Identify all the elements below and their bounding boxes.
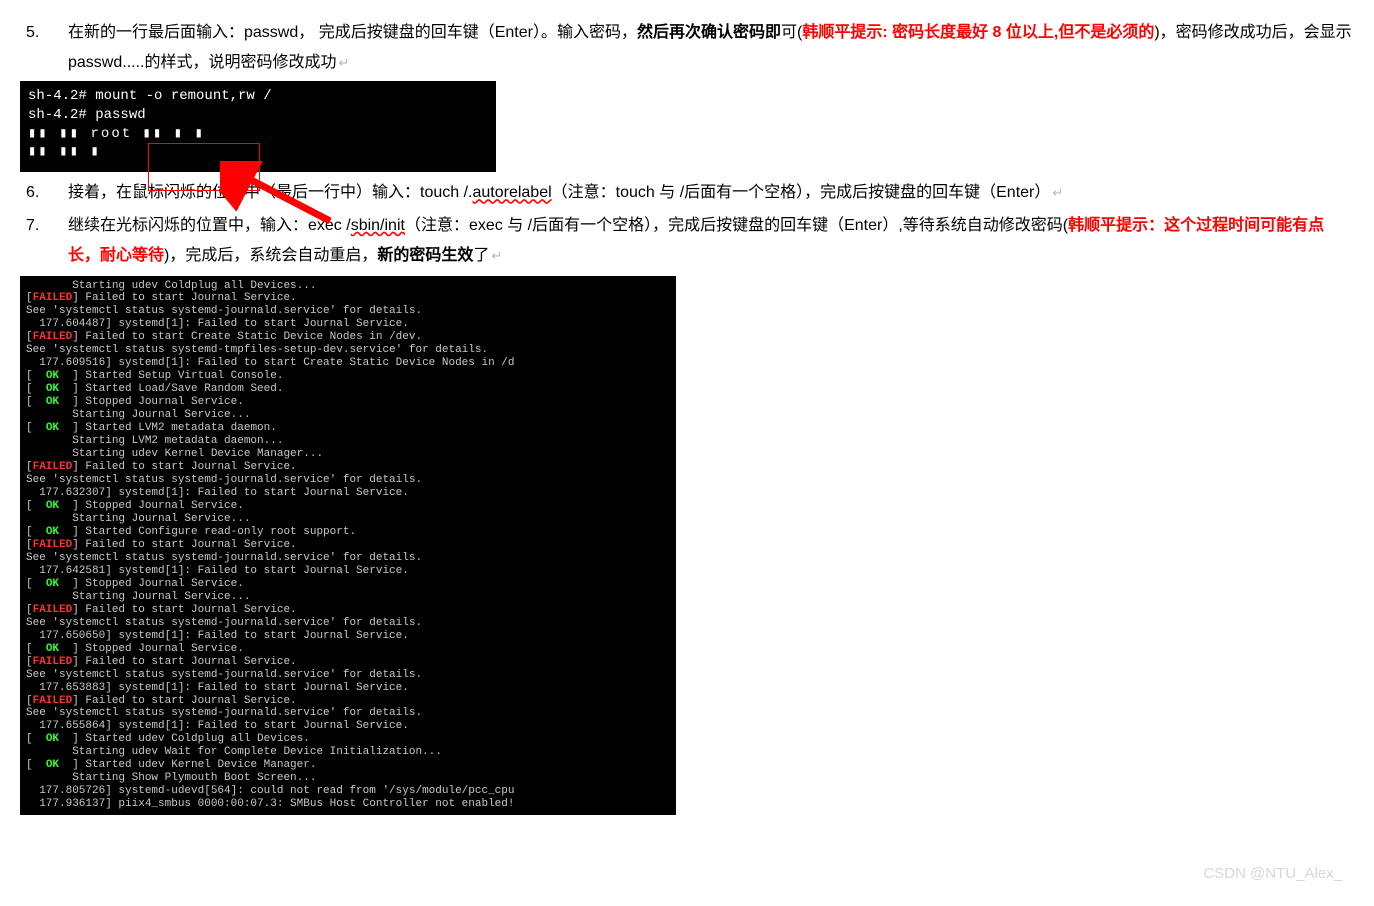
step-number: 5. xyxy=(20,18,68,48)
step-number: 6. xyxy=(20,178,68,208)
terminal-screenshot-1: sh-4.2# mount -o remount,rw / sh-4.2# pa… xyxy=(20,81,496,173)
term1-line: sh-4.2# passwd xyxy=(28,106,488,125)
step-7: 7. 继续在光标闪烁的位置中，输入：exec /sbin/init（注意：exe… xyxy=(20,211,1354,272)
term1-line: ▮▮ ▮▮ root ▮▮ ▮ ▮ xyxy=(28,125,488,144)
watermark: CSDN @NTU_Alex_ xyxy=(1203,860,1342,889)
step-5: 5. 在新的一行最后面输入：passwd， 完成后按键盘的回车键（Enter）。… xyxy=(20,18,1354,79)
step-body: 继续在光标闪烁的位置中，输入：exec /sbin/init（注意：exec 与… xyxy=(68,211,1354,272)
terminal-screenshot-2: Starting udev Coldplug all Devices... [F… xyxy=(20,276,676,816)
return-icon: ↵ xyxy=(491,248,502,263)
instruction-list-cont: 6. 接着，在鼠标闪烁的位置中（最后一行中）输入：touch /.autorel… xyxy=(20,178,1354,271)
step-body: 接着，在鼠标闪烁的位置中（最后一行中）输入：touch /.autorelabe… xyxy=(68,178,1354,208)
return-icon: ↵ xyxy=(338,55,349,70)
step-number: 7. xyxy=(20,211,68,241)
step-body: 在新的一行最后面输入：passwd， 完成后按键盘的回车键（Enter）。输入密… xyxy=(68,18,1354,79)
highlight-box xyxy=(148,143,260,191)
instruction-list: 5. 在新的一行最后面输入：passwd， 完成后按键盘的回车键（Enter）。… xyxy=(20,18,1354,79)
return-icon: ↵ xyxy=(1052,185,1063,200)
term1-line: sh-4.2# mount -o remount,rw / xyxy=(28,87,488,106)
